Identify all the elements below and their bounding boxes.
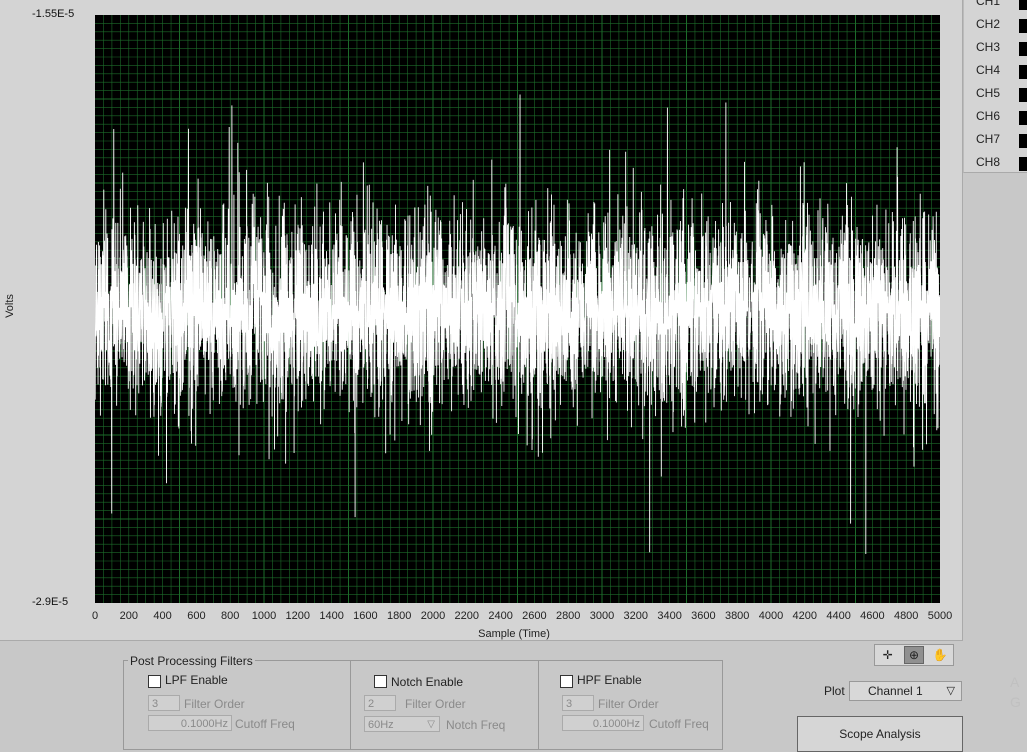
notch-freq-value: 60Hz (368, 719, 394, 731)
hpf-order-label: Filter Order (598, 697, 659, 711)
plot-legend: CH1 CH2 CH3 CH4 CH5 CH6 CH7 CH8 (963, 0, 1027, 173)
legend-swatch (1019, 0, 1027, 10)
x-tick-label: 600 (187, 610, 206, 622)
legend-swatch (1019, 19, 1027, 33)
hpf-cutoff-input[interactable]: 0.1000Hz (562, 715, 644, 731)
legend-item-ch6[interactable]: CH6 (976, 109, 1027, 127)
legend-swatch (1019, 42, 1027, 56)
notch-order-label: Filter Order (405, 697, 466, 711)
faded-char: A (1010, 674, 1020, 690)
lpf-enable-checkbox[interactable] (148, 675, 161, 688)
notch-order-input[interactable]: 2 (364, 695, 396, 711)
plot-area[interactable] (95, 15, 940, 603)
legend-swatch (1019, 65, 1027, 79)
notch-enable-label: Notch Enable (391, 675, 464, 689)
divider (538, 661, 539, 749)
x-tick-label: 2000 (420, 610, 446, 622)
x-tick-label: 1400 (319, 610, 344, 622)
notch-enable-checkbox[interactable] (374, 675, 387, 688)
legend-label: CH3 (976, 40, 1001, 54)
lpf-cutoff-label: Cutoff Freq (235, 717, 295, 731)
legend-label: CH1 (976, 0, 1001, 8)
filters-group-title: Post Processing Filters (128, 654, 255, 668)
legend-item-ch7[interactable]: CH7 (976, 132, 1027, 150)
x-tick-label: 800 (221, 610, 240, 622)
x-tick-label: 4600 (860, 610, 885, 622)
legend-swatch (1019, 134, 1027, 148)
chevron-down-icon: ▽ (946, 685, 955, 697)
legend-item-ch3[interactable]: CH3 (976, 40, 1027, 58)
x-tick-label: 2800 (555, 610, 581, 622)
lpf-order-input[interactable]: 3 (148, 695, 180, 711)
scope-analysis-button[interactable]: Scope Analysis (797, 716, 963, 752)
crosshair-tool-icon[interactable]: ✛ (879, 647, 897, 663)
hpf-order-input[interactable]: 3 (562, 695, 594, 711)
chevron-down-icon: ▽ (427, 719, 435, 730)
legend-label: CH6 (976, 109, 1001, 123)
lpf-order-label: Filter Order (184, 697, 245, 711)
graph-palette: ✛ ⊕ ✋ (874, 644, 954, 666)
x-tick-label: 1200 (285, 610, 311, 622)
x-tick-label: 400 (153, 610, 172, 622)
legend-label: CH5 (976, 86, 1001, 100)
pan-hand-icon[interactable]: ✋ (931, 647, 949, 663)
plot-channel-select[interactable]: Channel 1 ▽ (849, 681, 962, 701)
plot-select-label: Plot (824, 684, 845, 698)
x-tick-label: 1800 (386, 610, 412, 622)
x-tick-label: 4800 (893, 610, 919, 622)
legend-swatch (1019, 88, 1027, 102)
x-tick-label: 0 (91, 610, 99, 622)
legend-item-ch2[interactable]: CH2 (976, 17, 1027, 35)
y-min-label[interactable]: -2.9E-5 (32, 596, 68, 608)
hpf-cutoff-label: Cutoff Freq (649, 717, 709, 731)
waveform-svg[interactable] (95, 15, 940, 603)
divider (350, 661, 351, 749)
x-tick-label: 2400 (488, 610, 513, 622)
post-processing-filters-group: Post Processing Filters LPF Enable 3 Fil… (123, 654, 723, 750)
x-tick-label: 4400 (826, 610, 851, 622)
legend-item-ch1[interactable]: CH1 (976, 0, 1027, 12)
x-tick-label: 3400 (657, 610, 682, 622)
x-tick-label: 1600 (353, 610, 378, 622)
legend-item-ch4[interactable]: CH4 (976, 63, 1027, 81)
x-tick-label: 3600 (691, 610, 716, 622)
x-tick-label: 2600 (522, 610, 547, 622)
legend-item-ch5[interactable]: CH5 (976, 86, 1027, 104)
legend-label: CH2 (976, 17, 1001, 31)
x-axis-title: Sample (Time) (478, 628, 550, 640)
legend-swatch (1019, 111, 1027, 125)
hpf-enable-label: HPF Enable (577, 673, 642, 687)
x-tick-label: 4200 (792, 610, 818, 622)
x-tick-label: 2200 (454, 610, 480, 622)
waveform-graph: -1.55E-5 -2.9E-5 Volts 0 200 400 600 800 1000… (0, 0, 963, 641)
x-tick-label: 4000 (758, 610, 784, 622)
legend-label: CH4 (976, 63, 1001, 77)
y-max-label[interactable]: -1.55E-5 (32, 8, 74, 20)
notch-freq-label: Notch Freq (446, 718, 506, 732)
zoom-tool-icon[interactable]: ⊕ (903, 646, 924, 664)
faded-text: A G (1010, 672, 1021, 712)
x-tick-label: 3800 (724, 610, 750, 622)
x-tick-label: 3200 (623, 610, 649, 622)
x-tick-label: 3000 (589, 610, 615, 622)
lpf-enable-label: LPF Enable (165, 673, 228, 687)
hpf-enable-checkbox[interactable] (560, 675, 573, 688)
y-axis-title: Volts (3, 294, 16, 318)
x-tick-label: 200 (119, 610, 138, 622)
faded-char: G (1010, 694, 1021, 710)
lpf-cutoff-input[interactable]: 0.1000Hz (148, 715, 232, 731)
x-axis-ticks: 0 200 400 600 800 1000 1200 1400 1600 1800 2000 220… (0, 610, 962, 626)
x-tick-label: 1000 (251, 610, 277, 622)
x-tick-label: 5000 (927, 610, 953, 622)
legend-label: CH7 (976, 132, 1001, 146)
legend-item-ch8[interactable]: CH8 (976, 155, 1027, 173)
notch-freq-select[interactable]: 60Hz ▽ (364, 716, 440, 732)
legend-label: CH8 (976, 155, 1001, 169)
legend-swatch (1019, 157, 1027, 171)
plot-channel-value: Channel 1 (868, 684, 923, 698)
